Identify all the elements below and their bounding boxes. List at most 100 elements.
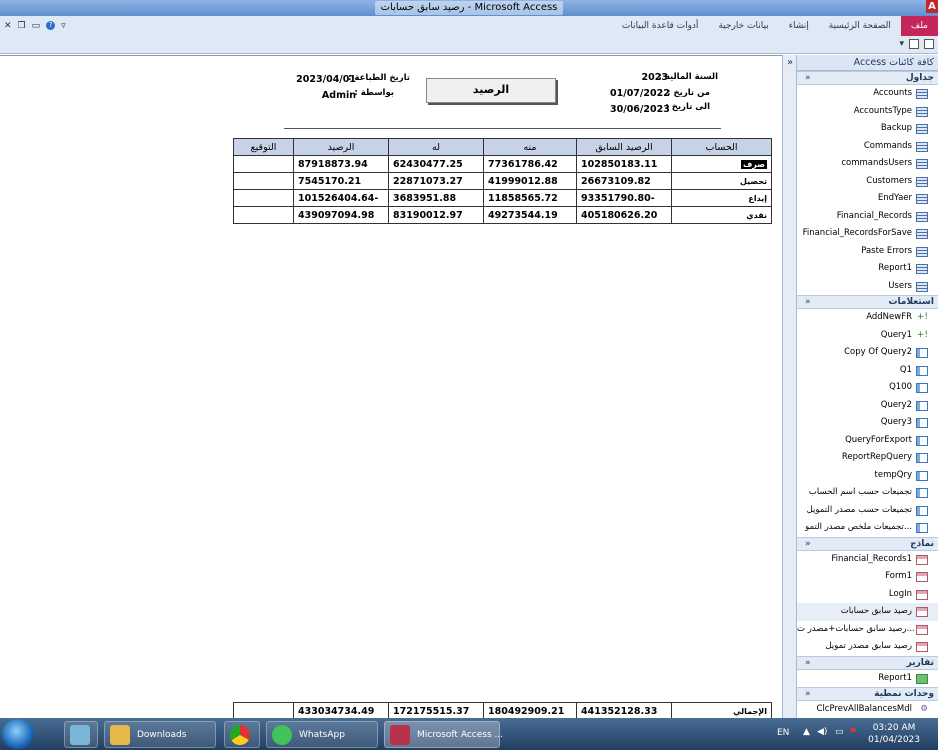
nav-item[interactable]: EndYaer	[797, 190, 938, 208]
account-cell: صرف	[671, 155, 772, 173]
customize-arrow-icon[interactable]: ▾	[899, 39, 904, 49]
table-icon	[916, 264, 928, 274]
nav-item[interactable]: Paste Errors	[797, 243, 938, 261]
collapse-group-icon[interactable]: «	[805, 72, 811, 85]
tab-create[interactable]: إنشاء	[779, 16, 819, 36]
nav-item[interactable]: Report1	[797, 260, 938, 278]
nav-item[interactable]: Customers	[797, 173, 938, 191]
total-debit: 180492909.21	[483, 702, 577, 718]
language-indicator[interactable]: EN	[777, 728, 789, 738]
nav-item-label: EndYaer	[877, 193, 912, 203]
nav-pane-title: كافة كائنات Access	[853, 57, 934, 68]
nav-item[interactable]: Copy Of Query2	[797, 344, 938, 362]
table-row: إيداع -93351790.80 11858565.72 3683951.8…	[233, 189, 772, 207]
chevron-down-icon[interactable]: ▿	[61, 21, 66, 31]
nav-item[interactable]: Commands	[797, 138, 938, 156]
start-button[interactable]	[2, 719, 34, 749]
fiscal-year-label: السنة المالية :	[658, 72, 718, 82]
print-date-value: 2023/04/01	[296, 74, 356, 85]
close-icon[interactable]: ✕	[4, 21, 12, 31]
nav-group-label: تقارير	[906, 657, 934, 668]
nav-item[interactable]: Report1	[797, 670, 938, 688]
nav-item[interactable]: Financial_Records	[797, 208, 938, 226]
nav-item[interactable]: Backup	[797, 120, 938, 138]
nav-item[interactable]: رصيد سابق حسابات+مصدر ت...	[797, 621, 938, 639]
balance-cell: 439097094.98	[293, 206, 389, 224]
collapse-group-icon[interactable]: «	[805, 296, 811, 309]
nav-item[interactable]: Q100	[797, 379, 938, 397]
nav-group-header[interactable]: استعلامات «	[797, 295, 938, 309]
balance-cell: 87918873.94	[293, 155, 389, 173]
nav-item[interactable]: Query3	[797, 414, 938, 432]
nav-item[interactable]: رصيد سابق حسابات	[797, 603, 938, 621]
taskbar-downloads[interactable]: Downloads	[104, 721, 216, 748]
nav-item[interactable]: Query2	[797, 397, 938, 415]
volume-icon[interactable]: ◀)	[817, 727, 827, 737]
prev-balance-cell: -93351790.80	[576, 189, 672, 207]
nav-item[interactable]: tempQry	[797, 467, 938, 485]
nav-item[interactable]: ReportRepQuery	[797, 449, 938, 467]
clock-date: 01/04/2023	[868, 735, 920, 745]
nav-item[interactable]: ⚙ ClcPrevAllBalancesMdl	[797, 701, 938, 718]
help-icon[interactable]: ?	[46, 21, 56, 30]
nav-item[interactable]: Financial_RecordsForSave	[797, 225, 938, 243]
nav-item[interactable]: تجميعات حسب اسم الحساب	[797, 484, 938, 502]
clock[interactable]: 03:20 AM 01/04/2023	[868, 722, 920, 746]
table-icon	[916, 229, 928, 239]
query-icon	[916, 505, 928, 516]
form-icon	[916, 554, 928, 565]
tab-database-tools[interactable]: أدوات قاعدة البيانات	[612, 16, 709, 36]
tab-home[interactable]: الصفحة الرئيسية	[819, 16, 901, 36]
nav-item[interactable]: Q1	[797, 362, 938, 380]
nav-item-label: ReportRepQuery	[841, 452, 912, 462]
nav-item[interactable]: +! Query1	[797, 327, 938, 345]
nav-item[interactable]: LogIn	[797, 586, 938, 604]
nav-group-header[interactable]: جداول «	[797, 71, 938, 85]
pinned-app-button[interactable]	[64, 721, 98, 748]
show-hidden-icons-icon[interactable]: ▲	[803, 727, 810, 737]
minimize-icon[interactable]: ▭	[32, 21, 41, 31]
nav-group-header[interactable]: نماذج «	[797, 536, 938, 551]
taskbar-chrome[interactable]	[224, 721, 260, 748]
nav-splitter[interactable]	[782, 55, 797, 718]
tab-external-data[interactable]: بيانات خارجية	[708, 16, 778, 36]
taskbar-access[interactable]: Microsoft Access ...	[384, 721, 504, 748]
nav-item-label: Q1	[899, 364, 912, 375]
system-tray: EN ▲ ◀) ▭ ⚑ 03:20 AM 01/04/2023	[763, 718, 938, 750]
nav-item[interactable]: Accounts	[797, 85, 938, 103]
nav-item[interactable]: تجميعات ملخص مصدر التمو...	[797, 519, 938, 537]
nav-groups: جداول « Accounts AccountsType Backup Commands…	[797, 71, 938, 718]
collapse-group-icon[interactable]: «	[805, 688, 811, 701]
network-icon[interactable]: ▭	[835, 727, 844, 737]
table-icon	[916, 176, 928, 187]
nav-item[interactable]: AccountsType	[797, 103, 938, 121]
nav-item-label: Users	[888, 280, 912, 291]
taskbar-label: Microsoft Access ...	[417, 730, 504, 740]
taskbar-whatsapp[interactable]: WhatsApp	[266, 721, 378, 748]
title-bar: رصيد سابق حسابات - Microsoft Access A	[0, 0, 938, 16]
nav-item-label: ClcPrevAllBalancesMdl	[816, 704, 912, 714]
collapse-pane-icon[interactable]: »	[787, 57, 793, 68]
restore-icon[interactable]: ❐	[18, 21, 26, 31]
nav-item[interactable]: رصيد سابق مصدر تمويل	[797, 638, 938, 656]
nav-item[interactable]: QueryForExport	[797, 432, 938, 450]
table-row: صرف 102850183.11 77361786.42 62430477.25…	[233, 155, 772, 173]
nav-item[interactable]: تجميعات حسب مصدر التمويل	[797, 502, 938, 520]
collapse-group-icon[interactable]: «	[805, 657, 811, 670]
nav-item[interactable]: Financial_Records1	[797, 551, 938, 569]
nav-item[interactable]: commandsUsers	[797, 155, 938, 173]
collapse-group-icon[interactable]: «	[805, 538, 811, 551]
print-preview-icon[interactable]	[909, 39, 919, 49]
col-credit-header: له	[388, 138, 484, 156]
action-center-icon[interactable]: ⚑	[849, 727, 857, 737]
debit-cell: 41999012.88	[483, 172, 577, 190]
tab-file[interactable]: ملف	[900, 16, 938, 36]
nav-pane-header[interactable]: كافة كائنات Access	[797, 55, 938, 71]
nav-group-header[interactable]: تقارير «	[797, 655, 938, 670]
nav-item-label: تجميعات حسب اسم الحساب	[808, 487, 912, 497]
nav-item[interactable]: Form1	[797, 568, 938, 586]
nav-group-header[interactable]: وحدات نمطية «	[797, 687, 938, 701]
print-icon[interactable]	[924, 39, 934, 49]
nav-item[interactable]: Users	[797, 278, 938, 296]
nav-item[interactable]: +! AddNewFR	[797, 309, 938, 327]
